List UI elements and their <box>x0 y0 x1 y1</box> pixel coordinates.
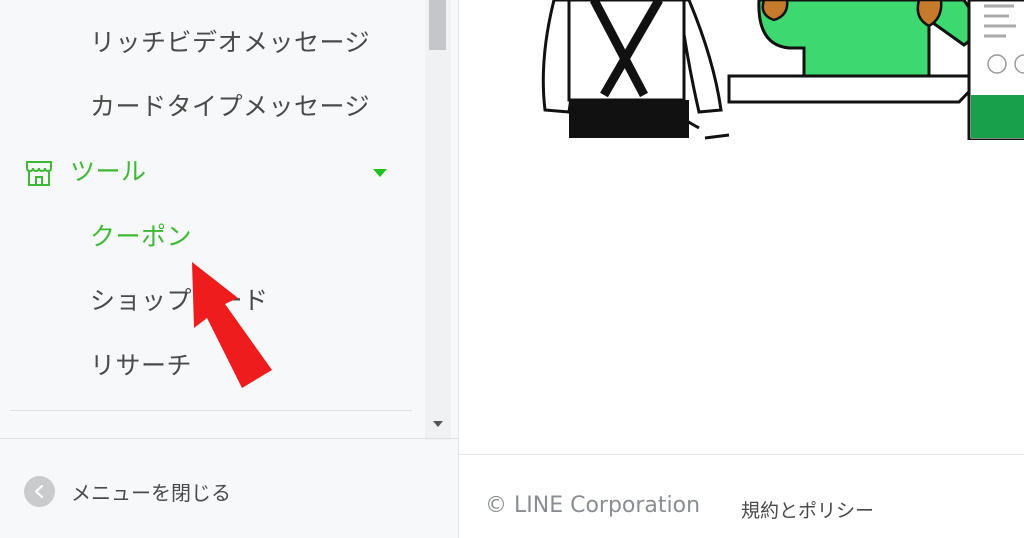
sidebar-scrollbar[interactable] <box>425 0 451 440</box>
sidebar-item-coupon[interactable]: クーポン <box>90 222 192 252</box>
sidebar-item-tools-label: ツール <box>70 157 147 186</box>
scrollbar-thumb[interactable] <box>429 0 446 50</box>
terms-policy-link[interactable]: 規約とポリシー <box>741 496 874 523</box>
sidebar-item-card-type-message[interactable]: カードタイプメッセージ <box>90 92 370 122</box>
footer-divider <box>459 454 1024 455</box>
store-icon <box>26 161 52 186</box>
close-menu-label: メニューを閉じる <box>71 480 231 505</box>
scroll-down-arrow-icon[interactable] <box>433 421 443 427</box>
hero-illustration <box>541 0 1024 140</box>
caret-down-icon[interactable] <box>373 169 387 177</box>
annotation-arrow-icon <box>192 262 272 388</box>
sidebar-item-research[interactable]: リサーチ <box>90 351 192 381</box>
sidebar-divider <box>10 410 412 411</box>
copyright-text: © LINE Corporation <box>485 493 701 518</box>
sidebar-footer-divider <box>0 438 458 439</box>
close-menu-button[interactable]: メニューを閉じる <box>24 474 231 508</box>
chevron-left-icon <box>24 475 55 507</box>
sidebar-item-rich-video-message[interactable]: リッチビデオメッセージ <box>90 28 370 58</box>
main-content: © LINE Corporation 規約とポリシー <box>459 0 1024 538</box>
sidebar-item-tools[interactable]: ツール <box>24 157 394 189</box>
